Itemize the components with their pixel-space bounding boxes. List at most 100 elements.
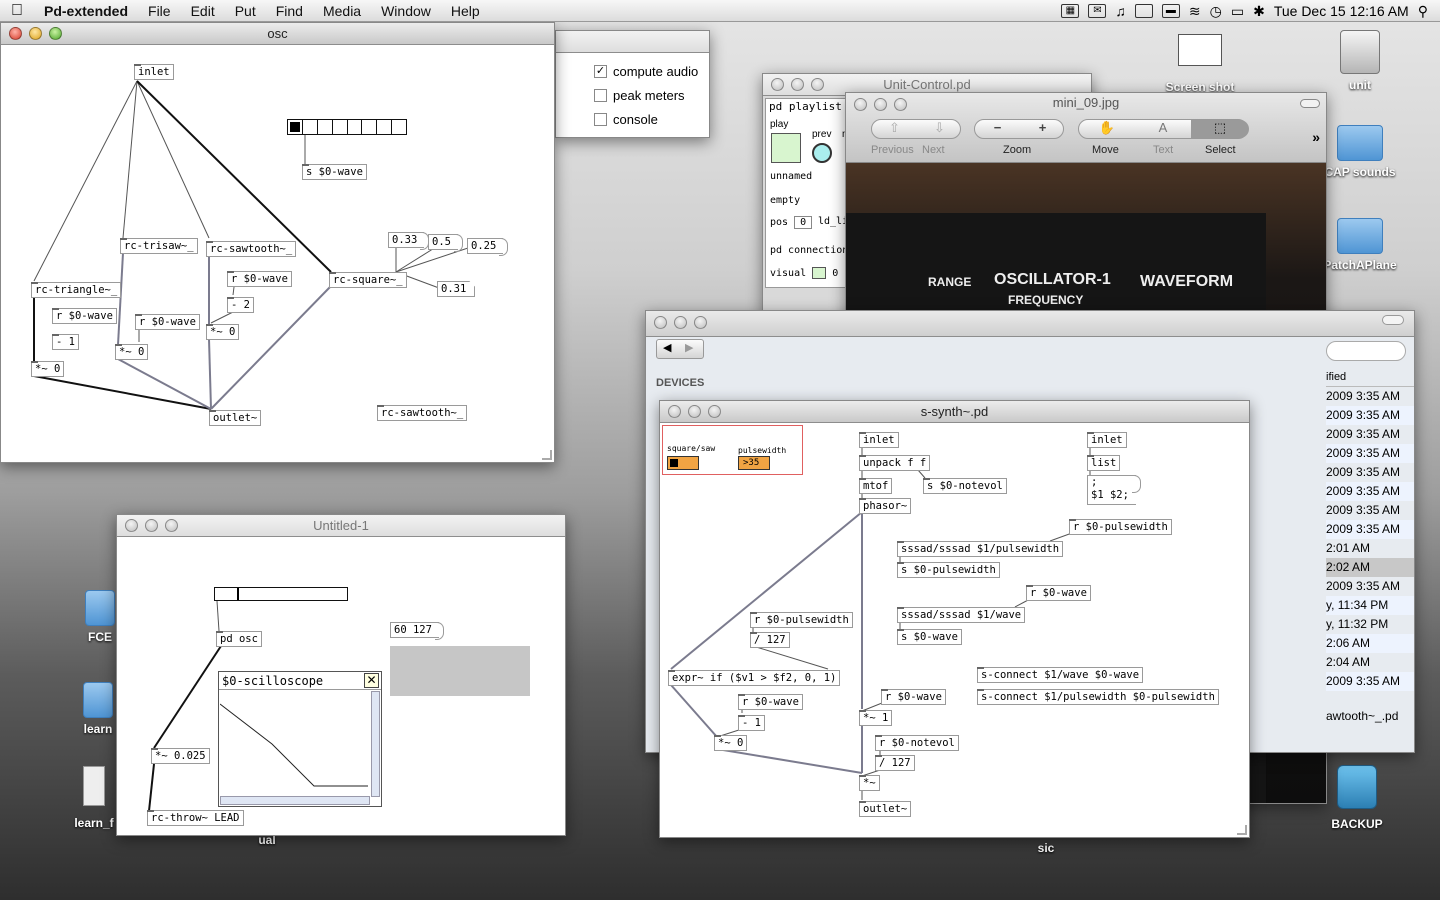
finder-row[interactable]: 2:02 AM xyxy=(1326,558,1414,577)
synth-inlet-2[interactable]: inlet xyxy=(1087,432,1127,448)
osc-titlebar[interactable]: osc xyxy=(1,23,554,45)
message-025[interactable]: 0.25 xyxy=(467,238,509,256)
finder-row[interactable]: 2:04 AM xyxy=(1326,653,1414,672)
mail-icon[interactable]: ✉ xyxy=(1088,4,1107,18)
number-box-031[interactable]: 0.31 xyxy=(437,281,475,297)
menu-file[interactable]: File xyxy=(138,3,181,19)
desktop-icon-screenshot[interactable]: Screen shot xyxy=(1165,34,1235,94)
select-tool-button[interactable]: ⬚ xyxy=(1191,120,1249,138)
receive-notevol-object[interactable]: r $0-notevol xyxy=(875,735,959,751)
menu-media[interactable]: Media xyxy=(313,3,371,19)
next-button[interactable]: ⇩ xyxy=(917,120,962,138)
finder-search-field[interactable] xyxy=(1326,341,1406,361)
finder-row[interactable]: 2:06 AM xyxy=(1326,634,1414,653)
phasor-object[interactable]: phasor~ xyxy=(859,498,912,514)
forward-arrow-icon[interactable]: ▶ xyxy=(685,341,693,354)
menu-edit[interactable]: Edit xyxy=(181,3,225,19)
spotlight-icon[interactable]: ⚲ xyxy=(1418,3,1428,20)
sssad-pulsewidth-object[interactable]: sssad/sssad $1/pulsewidth xyxy=(897,541,1064,557)
music-icon[interactable]: ♫ xyxy=(1115,3,1126,19)
finder-titlebar[interactable] xyxy=(646,311,1414,337)
desktop-icon-cap-sounds[interactable]: CAP sounds xyxy=(1320,125,1400,179)
divide-127-object[interactable]: / 127 xyxy=(750,632,790,648)
send-wave-object[interactable]: s $0-wave xyxy=(897,629,962,645)
minus-1-object[interactable]: - 1 xyxy=(52,334,79,350)
pd-main-titlebar[interactable] xyxy=(556,31,709,53)
note-message[interactable]: 60 127 xyxy=(390,622,444,640)
desktop-icon-sic[interactable]: sic xyxy=(1034,841,1058,855)
multiply-sig-object-3[interactable]: *~ 0 xyxy=(31,361,65,377)
close-icon[interactable]: ✕ xyxy=(364,673,379,688)
toolbar-toggle-button[interactable] xyxy=(1300,99,1320,108)
s-connect-wave-object[interactable]: s-connect $1/wave $0-wave xyxy=(977,667,1144,683)
back-forward-buttons[interactable]: ◀ ▶ xyxy=(656,339,704,359)
divide-127-object-2[interactable]: / 127 xyxy=(875,755,915,771)
rc-triangle-object[interactable]: rc-triangle~_ xyxy=(30,282,122,298)
prev-bang-button[interactable] xyxy=(812,143,832,163)
toolbar-overflow-icon[interactable]: » xyxy=(1312,129,1320,145)
unpack-object[interactable]: unpack f f xyxy=(859,455,931,471)
receive-wave-object-3[interactable]: r $0-wave xyxy=(52,308,117,324)
rc-square-object[interactable]: rc-square~_ xyxy=(329,272,407,288)
play-bang-button[interactable] xyxy=(771,133,801,163)
send-wave-object[interactable]: s $0-wave xyxy=(302,164,367,180)
text-tool-button[interactable]: A xyxy=(1135,120,1191,138)
receive-pulsewidth-object-2[interactable]: r $0-pulsewidth xyxy=(750,612,853,628)
finder-row[interactable]: 2009 3:35 AM xyxy=(1326,406,1414,425)
visual-toggle[interactable] xyxy=(812,267,827,279)
radio-selector[interactable] xyxy=(287,119,407,135)
rc-sawtooth-object-2[interactable]: rc-sawtooth~_ xyxy=(377,405,468,421)
minimize-button[interactable] xyxy=(688,405,701,418)
square-saw-toggle[interactable] xyxy=(667,456,699,470)
back-arrow-icon[interactable]: ◀ xyxy=(663,341,671,354)
sssad-wave-object[interactable]: sssad/sssad $1/wave xyxy=(897,607,1026,623)
rc-trisaw-object[interactable]: rc-trisaw~_ xyxy=(120,238,198,254)
mtof-object[interactable]: mtof xyxy=(859,478,893,494)
apple-menu-icon[interactable]:  xyxy=(0,2,34,20)
console-checkbox[interactable]: console xyxy=(594,107,698,131)
pulsewidth-number[interactable]: >35 xyxy=(738,456,770,470)
peak-meters-checkbox[interactable]: peak meters xyxy=(594,83,698,107)
finder-row[interactable]: 2009 3:35 AM xyxy=(1326,425,1414,444)
multiply-sig-object-2[interactable]: *~ 0 xyxy=(115,344,149,360)
scope-horizontal-scrollbar[interactable] xyxy=(220,796,370,805)
horizontal-slider[interactable] xyxy=(214,587,348,601)
minimize-button[interactable] xyxy=(29,27,42,40)
compute-audio-checkbox[interactable]: ✓ compute audio xyxy=(594,59,698,83)
message-05[interactable]: 0.5 xyxy=(428,234,463,252)
send-message[interactable]: ; $1 $2; xyxy=(1087,475,1141,505)
rc-sawtooth-object[interactable]: rc-sawtooth~_ xyxy=(206,241,297,257)
s-synth-titlebar[interactable]: s-synth~.pd xyxy=(660,401,1249,423)
send-notevol-object[interactable]: s $0-notevol xyxy=(923,478,1007,494)
zoom-in-button[interactable]: + xyxy=(1020,120,1065,138)
desktop-icon-learn-f[interactable]: learn_f xyxy=(70,766,118,830)
close-button[interactable] xyxy=(668,405,681,418)
pd-osc-subpatch[interactable]: pd osc xyxy=(216,631,262,647)
expr-object[interactable]: expr~ if ($v1 > $f2, 0, 1) xyxy=(668,670,841,686)
desktop-icon-fce[interactable]: FCE xyxy=(80,590,120,644)
resize-grip-icon[interactable] xyxy=(542,450,552,460)
finder-row[interactable]: 2009 3:35 AM xyxy=(1326,444,1414,463)
move-tool-button[interactable]: ✋ xyxy=(1079,120,1135,138)
menu-put[interactable]: Put xyxy=(225,3,266,19)
zoom-out-button[interactable]: − xyxy=(975,120,1020,138)
finder-row[interactable]: 2009 3:35 AM xyxy=(1326,463,1414,482)
receive-wave-object-3[interactable]: r $0-wave xyxy=(881,689,946,705)
receive-wave-object-2[interactable]: r $0-wave xyxy=(738,694,803,710)
receive-wave-object[interactable]: r $0-wave xyxy=(1026,585,1091,601)
desktop-icon-learn[interactable]: learn xyxy=(78,682,118,736)
untitled-titlebar[interactable]: Untitled-1 xyxy=(117,515,565,537)
receive-wave-object-1[interactable]: r $0-wave xyxy=(227,271,292,287)
resize-grip-icon[interactable] xyxy=(1237,825,1247,835)
menu-help[interactable]: Help xyxy=(441,3,490,19)
zoom-button[interactable] xyxy=(49,27,62,40)
osc-outlet[interactable]: outlet~ xyxy=(209,410,262,426)
minus-1-object[interactable]: - 1 xyxy=(738,715,765,731)
close-button[interactable] xyxy=(9,27,22,40)
s-connect-pulsewidth-object[interactable]: s-connect $1/pulsewidth $0-pulsewidth xyxy=(977,689,1219,705)
window-icon[interactable] xyxy=(1134,4,1153,18)
previous-button[interactable]: ⇧ xyxy=(872,120,917,138)
bluetooth-icon[interactable]: ✱ xyxy=(1253,3,1265,20)
battery-icon[interactable]: ▭ xyxy=(1231,3,1244,20)
rc-throw-object[interactable]: rc-throw~ LEAD xyxy=(147,810,244,826)
